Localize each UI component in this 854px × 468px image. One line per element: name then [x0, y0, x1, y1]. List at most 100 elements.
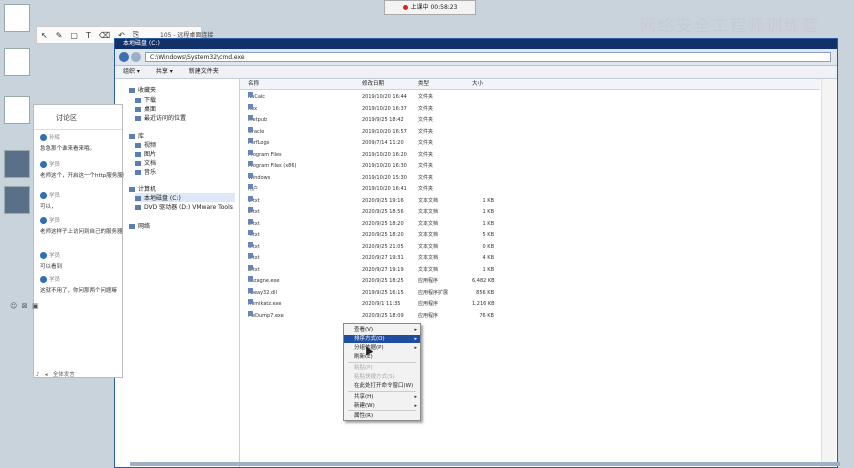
file-icon	[248, 276, 253, 281]
share-button[interactable]: 共享 ▾	[156, 68, 173, 75]
desktop-icon[interactable]	[4, 186, 30, 214]
file-cell-type: 应用程序	[418, 299, 438, 310]
chat-input-hint[interactable]: 全体发言	[53, 372, 75, 378]
file-cell-date: 2019/9/25 16:15	[362, 288, 404, 299]
image-icon[interactable]: ▣	[32, 302, 39, 310]
document-icon	[135, 161, 141, 166]
context-menu-item[interactable]: 共享(H) ▸	[344, 393, 420, 401]
file-cell-date: 2019/9/25 18:42	[362, 115, 404, 126]
desktop-icon[interactable]	[4, 150, 30, 178]
file-row[interactable]: Program Files (x86) 2019/10/20 16:30 文件夹	[240, 161, 820, 172]
context-menu-item[interactable]: 刷新(E)	[344, 353, 420, 361]
file-cell-name: Windows	[248, 172, 270, 184]
context-menu-item[interactable]: 分组依据(P) ▸	[344, 344, 420, 352]
context-menu-item[interactable]: 属性(R)	[344, 412, 420, 420]
nav-music[interactable]: 音乐	[135, 167, 156, 176]
nav-local-disk[interactable]: 本地磁盘 (C:)	[135, 193, 235, 202]
file-row[interactable]: Lazagne.exe 2020/9/25 18:25 应用程序 6,482 KB	[240, 276, 820, 287]
file-type: 文件夹	[418, 128, 434, 135]
file-row[interactable]: Windows 2019/10/20 15:30 文件夹	[240, 172, 820, 184]
file-cell-date: 2020/9/25 18:09	[362, 311, 404, 322]
file-row[interactable]: mimikatz.exe 2020/9/1 11:35 应用程序 1,216 KB	[240, 299, 820, 310]
file-row[interactable]: 6.txt 2020/9/25 21:05 文本文档 0 KB	[240, 241, 820, 253]
desktop-icon[interactable]	[4, 4, 30, 32]
desktop-icon[interactable]	[4, 48, 30, 76]
file-row[interactable]: 2.txt 2020/9/25 18:56 文本文档 1 KB	[240, 207, 820, 218]
file-cell-size: 856 KB	[472, 288, 494, 299]
vertical-scrollbar[interactable]	[821, 79, 836, 467]
new-folder-button[interactable]: 新建文件夹	[189, 68, 219, 75]
organize-button[interactable]: 组织 ▾	[123, 68, 140, 75]
file-date: 2020/9/25 18:20	[362, 232, 404, 238]
nav-network[interactable]: 网络	[129, 221, 150, 230]
context-menu-item[interactable]: 在此处打开命令窗口(W)	[344, 382, 420, 390]
nav-libraries[interactable]: 库	[129, 131, 144, 140]
desktop-icon[interactable]	[4, 96, 30, 124]
forward-icon[interactable]	[131, 52, 141, 62]
eraser-icon[interactable]: ⌫	[99, 31, 110, 40]
menu-separator	[348, 410, 416, 411]
context-menu-item[interactable]: 查看(V) ▸	[344, 326, 420, 334]
nav-dvd-drive[interactable]: DVD 驱动器 (D:) VMware Tools	[135, 202, 233, 211]
file-cell-name: PwDump7.exe	[248, 310, 284, 322]
file-cell-date: 2020/9/1 11:35	[362, 299, 400, 310]
back-icon[interactable]	[119, 52, 129, 62]
file-row[interactable]: Program Files 2019/10/20 16:20 文件夹	[240, 149, 820, 161]
column-type[interactable]: 类型	[418, 79, 429, 89]
file-cell-name: PerfLogs	[248, 138, 269, 149]
file-row[interactable]: PerfLogs 2009/7/14 11:20 文件夹	[240, 138, 820, 149]
column-date[interactable]: 修改日期	[362, 79, 384, 89]
file-row[interactable]: PwDump7.exe 2020/9/25 18:09 应用程序 76 KB	[240, 310, 820, 322]
pointer-icon[interactable]: ↖	[41, 31, 48, 40]
rectangle-icon[interactable]: ▢	[70, 31, 78, 40]
nav-documents[interactable]: 文档	[135, 158, 156, 167]
file-date: 2019/10/20 15:30	[362, 174, 407, 181]
nav-computer[interactable]: 计算机	[129, 184, 156, 193]
text-icon[interactable]: T	[86, 31, 91, 40]
download-icon	[135, 98, 141, 103]
column-name[interactable]: 名称	[248, 79, 259, 89]
file-row[interactable]: 用户 2019/10/20 16:41 文件夹	[240, 184, 820, 195]
nav-favorites[interactable]: 收藏夹	[129, 85, 156, 94]
file-cell-date: 2020/9/25 19:16	[362, 196, 404, 207]
column-size[interactable]: 大小	[472, 79, 483, 89]
file-date: 2019/10/20 16:41	[362, 186, 407, 192]
gift-icon[interactable]: ⊠	[22, 302, 28, 310]
smile-icon[interactable]: ☺	[10, 302, 17, 310]
submenu-arrow-icon: ▸	[414, 336, 417, 342]
file-date: 2019/9/25 16:15	[362, 289, 404, 296]
file-cell-date: 2019/10/20 16:37	[362, 104, 407, 115]
context-menu-item[interactable]: 新建(W) ▸	[344, 402, 420, 410]
file-row[interactable]: 1.txt 2020/9/25 19:16 文本文档 1 KB	[240, 195, 820, 207]
file-row[interactable]: Oracle 2019/10/20 16:57 文件夹	[240, 126, 820, 138]
drive-icon	[135, 196, 141, 201]
nav-downloads[interactable]: 下载	[135, 95, 156, 104]
file-row[interactable]: inetpub 2019/9/25 18:42 文件夹	[240, 115, 820, 126]
context-menu-item[interactable]: 排序方式(O) ▸	[344, 335, 420, 343]
file-row[interactable]: hex 2019/10/20 16:37 文件夹	[240, 103, 820, 115]
nav-desktop[interactable]: 桌面	[135, 104, 156, 113]
folder-icon	[248, 172, 253, 178]
nav-recent[interactable]: 最近访问的位置	[135, 113, 186, 122]
file-row[interactable]: a.txt 2020/9/27 19:31 文本文档 4 KB	[240, 253, 820, 264]
address-bar[interactable]: C:\Windows\System32\cmd.exe	[145, 52, 831, 62]
file-size: 6,482 KB	[472, 278, 495, 284]
file-row[interactable]: b.txt 2020/9/27 19:19 文本文档 1 KB	[240, 264, 820, 276]
nav-pictures[interactable]: 图片	[135, 149, 156, 158]
window-title: 本地磁盘 (C:)	[115, 39, 837, 49]
pen-icon[interactable]: ✎	[56, 31, 63, 40]
file-cell-name: 3.txt	[248, 218, 260, 230]
speaker-icon[interactable]: ◂	[45, 372, 48, 378]
chat-footer: ♪ ◂ 全体发言	[36, 370, 75, 378]
file-row[interactable]: NsCalc 2019/10/20 16:44 文件夹	[240, 92, 820, 103]
file-cell-date: 2019/10/20 16:30	[362, 161, 407, 172]
file-row[interactable]: 3.txt 2020/9/25 18:20 文本文档 1 KB	[240, 218, 820, 230]
file-row[interactable]: 4.txt 2020/9/25 18:20 文本文档 5 KB	[240, 230, 820, 241]
chat-message: 学员 这就不用了，你问那两个问题嘛	[40, 276, 118, 294]
file-icon	[248, 264, 253, 270]
file-cell-type: 文本文档	[418, 219, 438, 230]
file-row[interactable]: libeay32.dll 2019/9/25 16:15 应用程序扩展 856 KB	[240, 287, 820, 299]
recording-indicator[interactable]: 上课中 00:58:23	[384, 0, 476, 15]
mic-icon[interactable]: ♪	[36, 372, 40, 378]
nav-videos[interactable]: 视频	[135, 140, 156, 149]
